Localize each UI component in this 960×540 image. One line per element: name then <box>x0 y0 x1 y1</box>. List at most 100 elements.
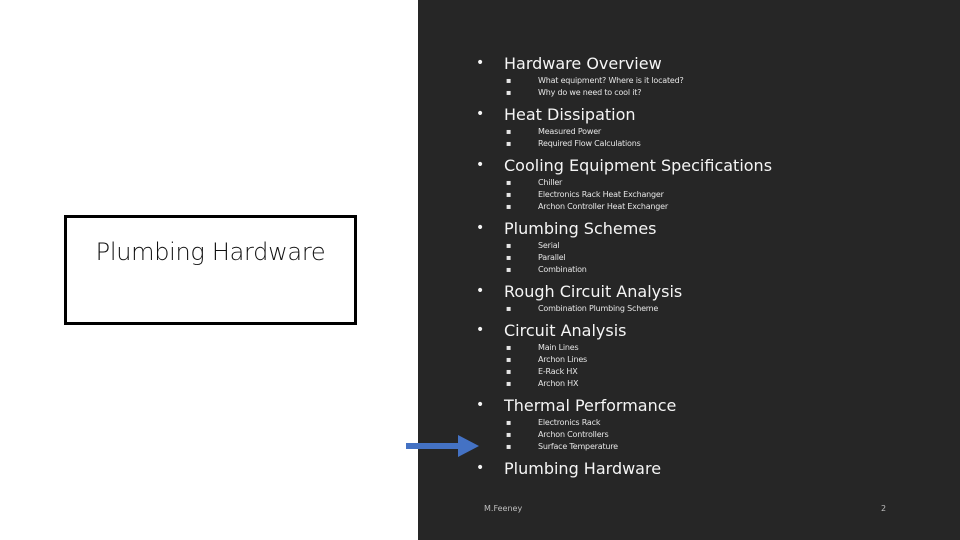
agenda-section: • Hardware Overview ▪ What equipment? Where… <box>474 52 944 98</box>
agenda-subitems: ▪ Measured Power ▪ Required Flow Calculatio… <box>474 125 944 149</box>
agenda-subitem-label: E-Rack HX <box>538 366 578 376</box>
agenda-subitem-label: Why do we need to cool it? <box>538 87 642 97</box>
bullet-icon: • <box>476 460 485 476</box>
agenda-subitem: ▪ Electronics Rack Heat Exchanger <box>474 188 944 200</box>
agenda-subitem-label: Parallel <box>538 252 566 262</box>
agenda-section-label: Thermal Performance <box>504 395 677 415</box>
agenda-subitems: ▪ Combination Plumbing Scheme <box>474 302 944 314</box>
agenda-subitem: ▪ Archon Controllers <box>474 428 944 440</box>
bullet-icon: • <box>476 283 485 299</box>
agenda-subitem: ▪ Serial <box>474 239 944 251</box>
agenda-subitem: ▪ Surface Temperature <box>474 440 944 452</box>
agenda-section: • Thermal Performance ▪ Electronics Rack ▪ Ar… <box>474 394 944 452</box>
agenda-subitem-label: Archon Lines <box>538 354 588 364</box>
agenda-section-label: Plumbing Schemes <box>504 218 657 238</box>
agenda-subitem: ▪ E-Rack HX <box>474 365 944 377</box>
sub-bullet-icon: ▪ <box>506 429 512 439</box>
agenda-subitem-label: Surface Temperature <box>538 441 618 451</box>
bullet-icon: • <box>476 106 485 122</box>
agenda-subitem-label: Combination Plumbing Scheme <box>538 303 659 313</box>
sub-bullet-icon: ▪ <box>506 264 512 274</box>
agenda-list: • Hardware Overview ▪ What equipment? Where… <box>474 52 944 484</box>
current-section-arrow-icon <box>406 435 479 457</box>
agenda-subitem-label: What equipment? Where is it located? <box>538 75 684 85</box>
agenda-subitem: ▪ Combination Plumbing Scheme <box>474 302 944 314</box>
agenda-section-heading: • Heat Dissipation <box>474 103 944 125</box>
sub-bullet-icon: ▪ <box>506 441 512 451</box>
agenda-section-heading: • Thermal Performance <box>474 394 944 416</box>
sub-bullet-icon: ▪ <box>506 177 512 187</box>
bullet-icon: • <box>476 220 485 236</box>
agenda-subitem-label: Serial <box>538 240 560 250</box>
agenda-section-label: Circuit Analysis <box>504 320 627 340</box>
sub-bullet-icon: ▪ <box>506 417 512 427</box>
agenda-section: • Heat Dissipation ▪ Measured Power ▪ Require… <box>474 103 944 149</box>
agenda-subitem: ▪ Electronics Rack <box>474 416 944 428</box>
page-number: 2 <box>881 504 887 513</box>
agenda-subitem: ▪ Why do we need to cool it? <box>474 86 944 98</box>
agenda-subitem-label: Electronics Rack <box>538 417 601 427</box>
agenda-subitem-label: Measured Power <box>538 126 602 136</box>
agenda-subitem: ▪ Chiller <box>474 176 944 188</box>
agenda-subitem-label: Electronics Rack Heat Exchanger <box>538 189 664 199</box>
agenda-subitem-label: Combination <box>538 264 587 274</box>
agenda-subitems: ▪ Serial ▪ Parallel ▪ Combination <box>474 239 944 275</box>
agenda-subitems: ▪ Main Lines ▪ Archon Lines ▪ E-Rack HX ▪ Archo… <box>474 341 944 389</box>
agenda-subitem-label: Archon Controllers <box>538 429 609 439</box>
agenda-subitems: ▪ What equipment? Where is it located? ▪ Wh… <box>474 74 944 98</box>
agenda-section-heading: • Cooling Equipment Specifications <box>474 154 944 176</box>
sub-bullet-icon: ▪ <box>506 87 512 97</box>
agenda-section: • Cooling Equipment Specifications ▪ Chille… <box>474 154 944 212</box>
sub-bullet-icon: ▪ <box>506 378 512 388</box>
agenda-subitem: ▪ What equipment? Where is it located? <box>474 74 944 86</box>
agenda-section-heading: • Hardware Overview <box>474 52 944 74</box>
agenda-subitem: ▪ Parallel <box>474 251 944 263</box>
section-title-box: Plumbing Hardware <box>64 215 357 325</box>
agenda-section-label: Heat Dissipation <box>504 104 636 124</box>
agenda-subitem: ▪ Archon Lines <box>474 353 944 365</box>
agenda-section-heading: • Plumbing Hardware <box>474 457 944 479</box>
agenda-subitem-label: Main Lines <box>538 342 579 352</box>
bullet-icon: • <box>476 397 485 413</box>
footer-author: M.Feeney <box>484 504 523 513</box>
sub-bullet-icon: ▪ <box>506 189 512 199</box>
agenda-subitem-label: Archon HX <box>538 378 579 388</box>
sub-bullet-icon: ▪ <box>506 75 512 85</box>
agenda-section: • Plumbing Hardware <box>474 457 944 479</box>
agenda-section-heading: • Plumbing Schemes <box>474 217 944 239</box>
sub-bullet-icon: ▪ <box>506 354 512 364</box>
agenda-subitem: ▪ Archon Controller Heat Exchanger <box>474 200 944 212</box>
sub-bullet-icon: ▪ <box>506 138 512 148</box>
agenda-subitem-label: Chiller <box>538 177 563 187</box>
left-panel: Plumbing Hardware <box>0 0 418 540</box>
agenda-section: • Plumbing Schemes ▪ Serial ▪ Parallel ▪ Combin… <box>474 217 944 275</box>
agenda-subitem-label: Archon Controller Heat Exchanger <box>538 201 668 211</box>
agenda-section: • Circuit Analysis ▪ Main Lines ▪ Archon Line… <box>474 319 944 389</box>
sub-bullet-icon: ▪ <box>506 366 512 376</box>
agenda-subitem: ▪ Combination <box>474 263 944 275</box>
agenda-subitem: ▪ Archon HX <box>474 377 944 389</box>
agenda-subitems: ▪ Chiller ▪ Electronics Rack Heat Exchanger… <box>474 176 944 212</box>
agenda-section-label: Hardware Overview <box>504 53 662 73</box>
bullet-icon: • <box>476 55 485 71</box>
bullet-icon: • <box>476 157 485 173</box>
sub-bullet-icon: ▪ <box>506 126 512 136</box>
sub-bullet-icon: ▪ <box>506 201 512 211</box>
sub-bullet-icon: ▪ <box>506 342 512 352</box>
agenda-subitem: ▪ Main Lines <box>474 341 944 353</box>
agenda-section-label: Plumbing Hardware <box>504 458 662 478</box>
section-title: Plumbing Hardware <box>95 238 326 266</box>
agenda-section-label: Rough Circuit Analysis <box>504 281 683 301</box>
agenda-subitem-label: Required Flow Calculations <box>538 138 641 148</box>
sub-bullet-icon: ▪ <box>506 240 512 250</box>
bullet-icon: • <box>476 322 485 338</box>
sub-bullet-icon: ▪ <box>506 303 512 313</box>
agenda-section-heading: • Circuit Analysis <box>474 319 944 341</box>
agenda-subitem: ▪ Measured Power <box>474 125 944 137</box>
agenda-subitem: ▪ Required Flow Calculations <box>474 137 944 149</box>
agenda-section: • Rough Circuit Analysis ▪ Combination Plum… <box>474 280 944 314</box>
agenda-section-label: Cooling Equipment Specifications <box>504 155 773 175</box>
agenda-subitems: ▪ Electronics Rack ▪ Archon Controllers ▪ Sur… <box>474 416 944 452</box>
agenda-section-heading: • Rough Circuit Analysis <box>474 280 944 302</box>
agenda-panel: • Hardware Overview ▪ What equipment? Where… <box>418 0 960 540</box>
